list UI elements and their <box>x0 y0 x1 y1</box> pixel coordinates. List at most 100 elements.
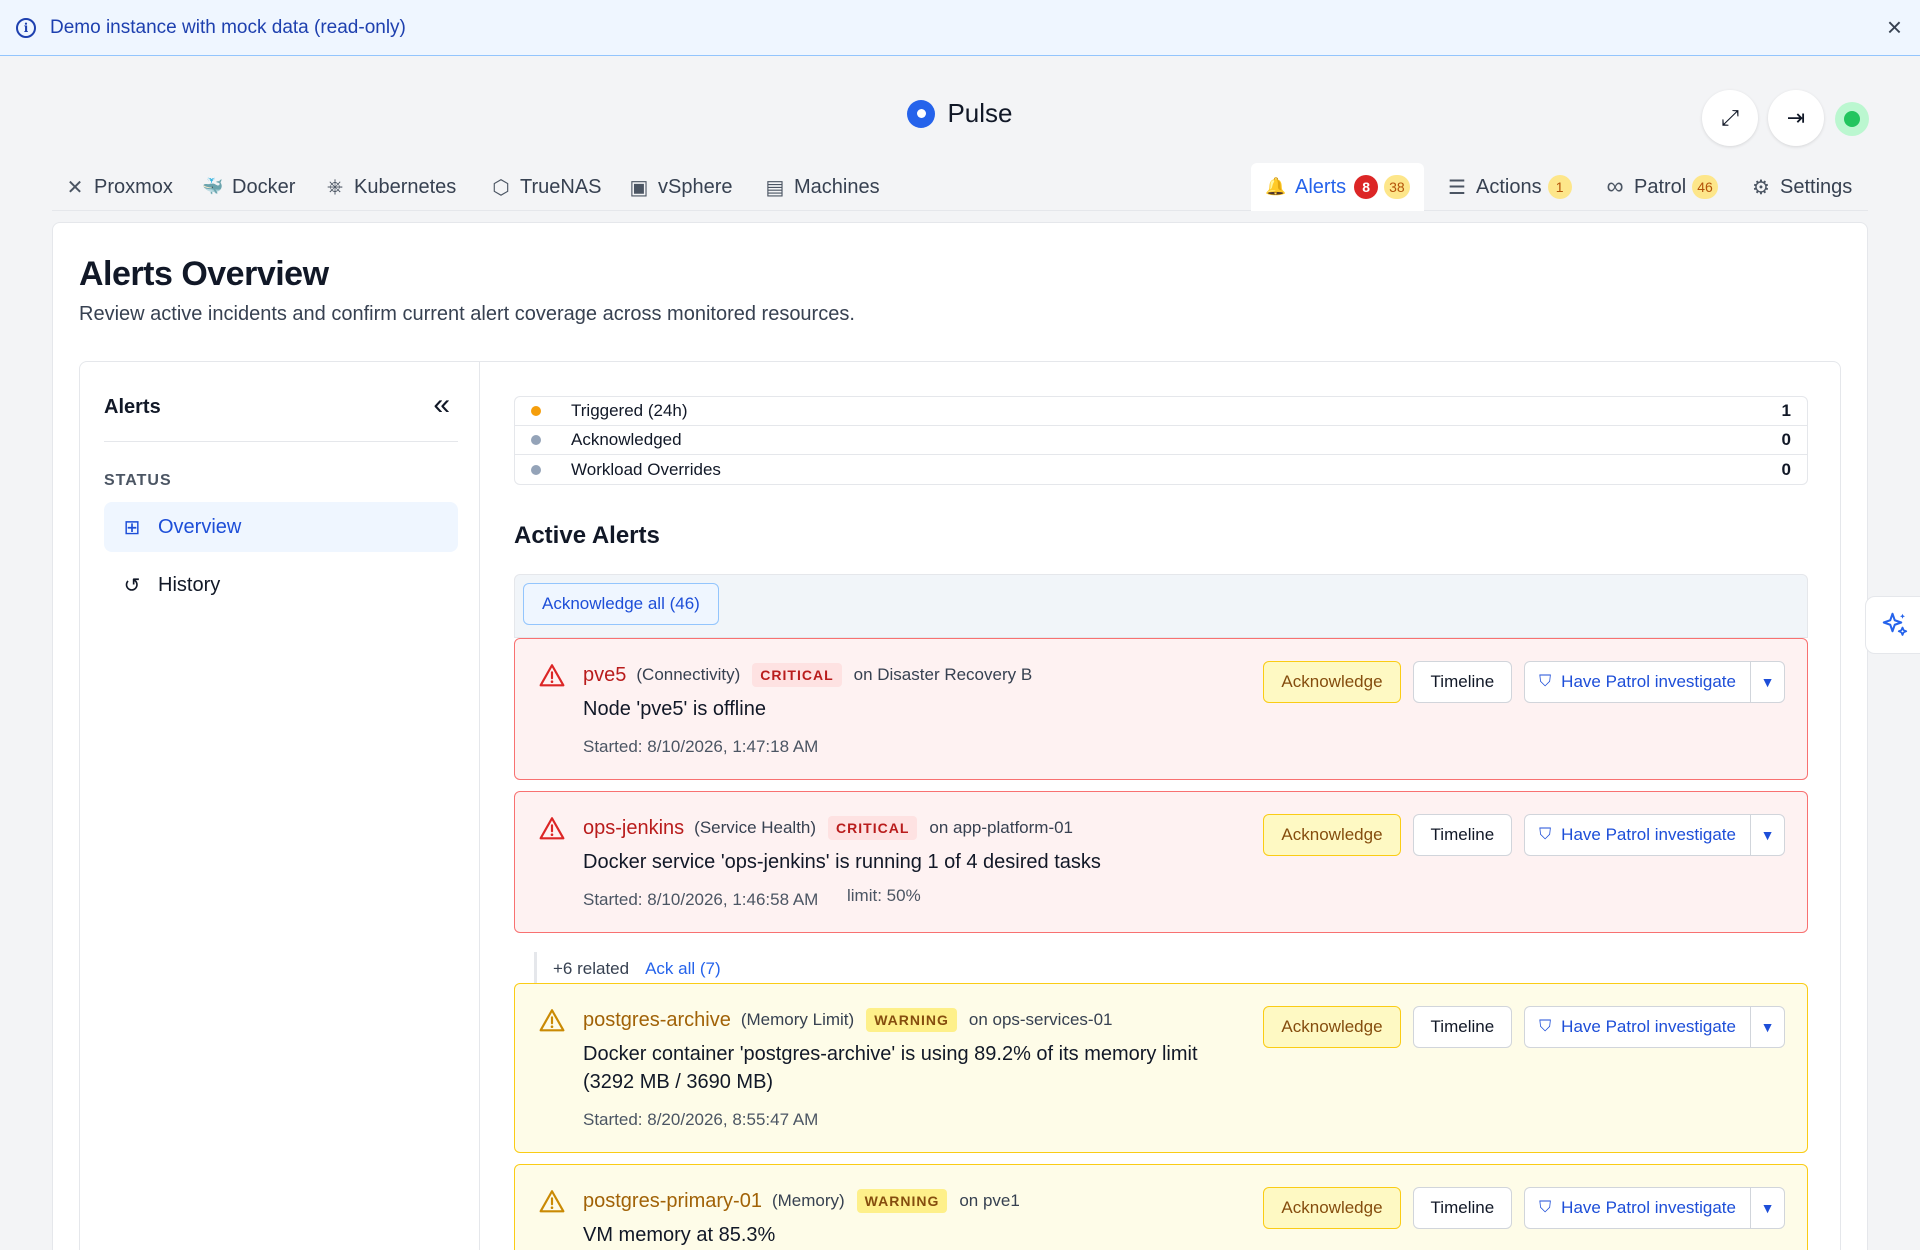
alert-card: postgres-primary-01 (Memory) WARNING on … <box>514 1164 1808 1250</box>
shield-icon: ⛉ <box>1539 826 1552 843</box>
infinity-icon: ∞ <box>1606 173 1624 200</box>
patrol-investigate-label: Have Patrol investigate <box>1561 1017 1736 1036</box>
tab-truenas[interactable]: ⬡ TrueNAS <box>490 163 601 211</box>
stat-value: 1 <box>1781 401 1791 420</box>
related-count[interactable]: +6 related <box>553 959 629 979</box>
alert-location: on ops-services-01 <box>968 1010 1113 1029</box>
collapse-sidebar-icon[interactable]: « <box>433 388 450 422</box>
logout-button[interactable]: ⇥ <box>1768 90 1824 146</box>
chevron-down-icon[interactable]: ▼ <box>1750 815 1784 855</box>
stat-row-overrides: Workload Overrides 0 <box>515 455 1807 484</box>
sidebar-item-label: History <box>158 573 221 596</box>
severity-badge: CRITICAL <box>752 663 842 687</box>
related-alerts: +6 related Ack all (7) <box>534 952 721 986</box>
warning-count-badge: 38 <box>1384 175 1410 199</box>
patrol-split-button: ⛉ Have Patrol investigate ▼ <box>1524 661 1785 703</box>
acknowledge-button[interactable]: Acknowledge <box>1263 661 1401 703</box>
acknowledge-button[interactable]: Acknowledge <box>1263 1187 1401 1229</box>
status-dot <box>531 435 541 445</box>
tab-settings[interactable]: ⚙ Settings <box>1750 163 1852 211</box>
patrol-split-button: ⛉ Have Patrol investigate ▼ <box>1524 1187 1785 1229</box>
timeline-button[interactable]: Timeline <box>1412 1187 1513 1229</box>
alert-type: (Connectivity) <box>636 665 741 684</box>
truenas-icon: ⬡ <box>492 176 510 199</box>
alerts-sidebar: Alerts « STATUS ⊞ Overview ↺ History <box>80 362 480 1250</box>
expand-icon: ⤢ <box>1721 105 1739 130</box>
chevron-down-icon[interactable]: ▼ <box>1750 1188 1784 1228</box>
patrol-investigate-button[interactable]: ⛉ Have Patrol investigate <box>1525 1188 1750 1228</box>
bell-icon: 🔔 <box>1265 177 1287 196</box>
warning-triangle-icon <box>539 664 565 687</box>
tab-actions[interactable]: ☰ Actions 1 <box>1446 163 1572 211</box>
page-subtitle: Review active incidents and confirm curr… <box>79 303 855 325</box>
alert-resource[interactable]: postgres-primary-01 <box>583 1190 762 1213</box>
pulse-logo-icon <box>907 99 936 128</box>
patrol-investigate-button[interactable]: ⛉ Have Patrol investigate <box>1525 662 1750 702</box>
grid-icon: ⊞ <box>123 516 141 539</box>
fullscreen-button[interactable]: ⤢ <box>1702 90 1758 146</box>
sidebar-header: Alerts « <box>104 388 458 442</box>
kubernetes-icon: ⎈ <box>327 175 343 198</box>
checklist-icon: ☰ <box>1448 176 1466 199</box>
banner-text: Demo instance with mock data (read-only) <box>50 16 406 38</box>
patrol-investigate-button[interactable]: ⛉ Have Patrol investigate <box>1525 815 1750 855</box>
alert-type: (Memory) <box>771 1191 845 1210</box>
stat-row-triggered: Triggered (24h) 1 <box>515 397 1807 426</box>
patrol-investigate-label: Have Patrol investigate <box>1561 1198 1736 1217</box>
tab-alerts[interactable]: 🔔 Alerts 8 38 <box>1251 163 1424 211</box>
vsphere-icon: ▣ <box>629 176 649 199</box>
alert-message: Docker service 'ops-jenkins' is running … <box>583 851 1101 873</box>
tab-vsphere-label: vSphere <box>658 175 733 198</box>
tab-docker-label: Docker <box>232 175 296 198</box>
tab-vsphere[interactable]: ▣ vSphere <box>628 163 733 211</box>
tab-kubernetes-label: Kubernetes <box>354 175 457 198</box>
info-icon: i <box>16 17 36 38</box>
alert-resource[interactable]: ops-jenkins <box>583 817 684 840</box>
stat-label: Acknowledged <box>571 430 682 449</box>
alert-location: on Disaster Recovery B <box>853 665 1033 684</box>
patrol-count-badge: 46 <box>1692 175 1718 199</box>
alert-started: Started: 8/20/2026, 8:55:47 AM <box>583 1110 819 1129</box>
critical-count-badge: 8 <box>1354 175 1379 199</box>
ai-assistant-button[interactable] <box>1865 596 1920 654</box>
alert-resource[interactable]: pve5 <box>583 664 626 687</box>
sidebar-item-overview[interactable]: ⊞ Overview <box>104 502 458 552</box>
severity-badge: WARNING <box>866 1008 957 1032</box>
patrol-investigate-label: Have Patrol investigate <box>1561 672 1736 691</box>
alert-resource[interactable]: postgres-archive <box>583 1009 731 1032</box>
history-icon: ↺ <box>123 574 141 597</box>
tab-settings-label: Settings <box>1780 175 1853 198</box>
chevron-down-icon[interactable]: ▼ <box>1750 1007 1784 1047</box>
tab-proxmox-label: Proxmox <box>94 175 173 198</box>
acknowledge-button[interactable]: Acknowledge <box>1263 814 1401 856</box>
tab-actions-label: Actions <box>1476 175 1542 198</box>
acknowledge-all-button[interactable]: Acknowledge all (46) <box>523 583 719 625</box>
tab-docker[interactable]: 🐳 Docker <box>202 163 295 211</box>
timeline-button[interactable]: Timeline <box>1412 1006 1513 1048</box>
tab-patrol[interactable]: ∞ Patrol 46 <box>1604 163 1718 211</box>
gear-icon: ⚙ <box>1752 176 1770 199</box>
tab-machines[interactable]: ▤ Machines <box>764 163 880 211</box>
logout-icon: ⇥ <box>1786 105 1806 130</box>
timeline-button[interactable]: Timeline <box>1412 661 1513 703</box>
severity-badge: CRITICAL <box>828 816 918 840</box>
ack-related-link[interactable]: Ack all (7) <box>645 959 721 979</box>
sidebar-section-label: STATUS <box>104 472 172 489</box>
close-icon[interactable]: × <box>1887 13 1902 41</box>
alerts-main: Triggered (24h) 1 Acknowledged 0 Workloa… <box>514 362 1808 1250</box>
machines-icon: ▤ <box>765 176 785 199</box>
severity-badge: WARNING <box>856 1189 948 1213</box>
tab-kubernetes[interactable]: ⎈ Kubernetes <box>324 163 456 211</box>
stat-row-acknowledged: Acknowledged 0 <box>515 426 1807 455</box>
brand-name: Pulse <box>947 98 1013 128</box>
warning-triangle-icon <box>539 1190 565 1213</box>
patrol-investigate-button[interactable]: ⛉ Have Patrol investigate <box>1525 1007 1750 1047</box>
chevron-down-icon[interactable]: ▼ <box>1750 662 1784 702</box>
sidebar-item-history[interactable]: ↺ History <box>104 560 458 610</box>
acknowledge-button[interactable]: Acknowledge <box>1263 1006 1401 1048</box>
tab-proxmox[interactable]: ✕ Proxmox <box>64 163 173 211</box>
timeline-button[interactable]: Timeline <box>1412 814 1513 856</box>
stat-value: 0 <box>1781 430 1791 449</box>
alert-card: ops-jenkins (Service Health) CRITICAL on… <box>514 791 1808 933</box>
warning-triangle-icon <box>539 817 565 840</box>
